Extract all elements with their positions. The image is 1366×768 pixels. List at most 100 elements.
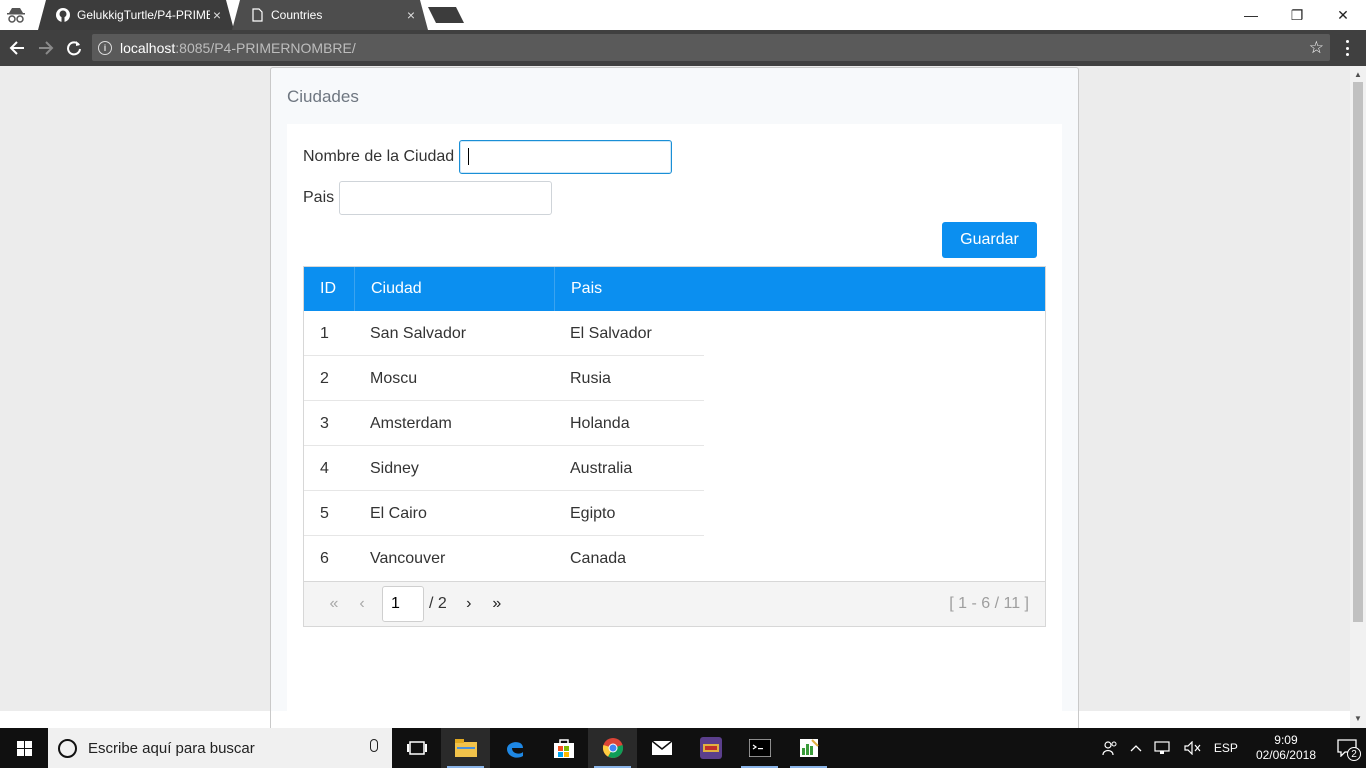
- incognito-icon: [7, 8, 25, 23]
- cell-city: Sidney: [370, 459, 419, 477]
- people-icon[interactable]: [1096, 740, 1124, 756]
- text-caret: [468, 148, 470, 165]
- url-path: :8085/P4-PRIMERNOMBRE/: [175, 39, 356, 56]
- cities-table: ID Ciudad Pais 1 San Salvador El Salvado…: [303, 266, 1046, 627]
- reload-icon: [67, 41, 81, 56]
- chrome-icon[interactable]: [588, 728, 637, 768]
- table-row[interactable]: 2 Moscu Rusia: [304, 356, 1045, 401]
- taskbar-search[interactable]: Escribe aquí para buscar: [48, 728, 392, 768]
- table-body: 1 San Salvador El Salvador 2 Moscu Rusia…: [304, 311, 1045, 581]
- cell-id: 4: [320, 459, 329, 477]
- new-tab-button[interactable]: [428, 7, 464, 23]
- back-button[interactable]: [6, 37, 28, 59]
- terminal-icon[interactable]: [735, 728, 784, 768]
- tab-github[interactable]: GelukkigTurtle/P4-PRIME ×: [38, 0, 234, 30]
- windows-taskbar: Escribe aquí para buscar ESP 9:09 02/06/…: [0, 728, 1366, 768]
- arrow-left-icon: [9, 41, 24, 55]
- cell-id: 5: [320, 504, 329, 522]
- microphone-icon[interactable]: [370, 739, 378, 752]
- menu-icon[interactable]: [1340, 38, 1354, 58]
- row-divider: [304, 445, 704, 446]
- save-button[interactable]: Guardar: [942, 222, 1037, 258]
- close-window-button[interactable]: ✕: [1320, 0, 1366, 30]
- panel-body: Nombre de la Ciudad Pais Guardar ID Ciud…: [287, 124, 1062, 728]
- row-divider: [304, 355, 704, 356]
- column-header-id[interactable]: ID: [304, 267, 355, 311]
- clock-date: 02/06/2018: [1255, 748, 1316, 762]
- cell-city: Moscu: [370, 369, 418, 387]
- clock-time: 9:09: [1274, 733, 1298, 747]
- country-label: Pais: [303, 189, 335, 206]
- page-viewport: Ciudades Nombre de la Ciudad Pais Guarda…: [0, 66, 1350, 728]
- table-row[interactable]: 4 Sidney Australia: [304, 446, 1045, 491]
- url-host: localhost: [120, 39, 176, 56]
- clock[interactable]: 9:09 02/06/2018: [1244, 733, 1328, 763]
- scrollbar-thumb[interactable]: [1353, 82, 1363, 622]
- prev-page-icon[interactable]: ‹: [348, 590, 376, 618]
- panel-bottom-edge: [270, 711, 1079, 728]
- city-input-wrapper: [459, 140, 673, 174]
- cell-country: Egipto: [570, 504, 616, 522]
- arrow-right-icon: [39, 41, 54, 55]
- table-header: ID Ciudad Pais: [304, 267, 1045, 311]
- city-form-row: Nombre de la Ciudad: [303, 140, 673, 174]
- info-icon[interactable]: i: [98, 40, 112, 55]
- github-icon: [56, 8, 70, 22]
- task-view-icon[interactable]: [392, 728, 441, 768]
- cell-city: Vancouver: [370, 549, 446, 567]
- first-page-icon[interactable]: «: [320, 590, 348, 618]
- bookmark-star-icon[interactable]: ☆: [1309, 38, 1324, 58]
- cities-panel: Ciudades Nombre de la Ciudad Pais Guarda…: [270, 67, 1079, 728]
- cell-country: Rusia: [570, 369, 611, 387]
- page-number-input[interactable]: [382, 586, 424, 622]
- forward-button[interactable]: [35, 37, 57, 59]
- scroll-down-icon[interactable]: ▼: [1354, 714, 1362, 723]
- vertical-scrollbar[interactable]: ▲ ▼: [1350, 66, 1366, 728]
- column-header-city[interactable]: Ciudad: [355, 267, 555, 311]
- page-total: / 2: [429, 595, 447, 612]
- edge-icon[interactable]: [490, 728, 539, 768]
- records-summary: [ 1 - 6 / 11 ]: [949, 595, 1029, 612]
- next-page-icon[interactable]: ›: [455, 590, 483, 618]
- tab-title: GelukkigTurtle/P4-PRIME: [77, 8, 210, 22]
- table-row[interactable]: 1 San Salvador El Salvador: [304, 311, 1045, 356]
- network-icon[interactable]: [1148, 741, 1178, 755]
- minimize-button[interactable]: —: [1228, 0, 1274, 30]
- cell-city: San Salvador: [370, 324, 467, 342]
- cell-country: El Salvador: [570, 324, 652, 342]
- cell-id: 6: [320, 549, 329, 567]
- start-button[interactable]: [0, 728, 48, 768]
- address-bar[interactable]: i localhost :8085/P4-PRIMERNOMBRE/ ☆: [92, 34, 1330, 61]
- action-center-icon[interactable]: 2: [1328, 728, 1366, 768]
- game-icon[interactable]: [686, 728, 735, 768]
- volume-muted-icon[interactable]: [1178, 741, 1208, 755]
- cell-country: Australia: [570, 459, 633, 477]
- reload-button[interactable]: [63, 37, 85, 59]
- close-icon[interactable]: ×: [404, 8, 418, 22]
- country-input[interactable]: [339, 181, 553, 215]
- column-header-country[interactable]: Pais: [555, 267, 1045, 311]
- tab-title: Countries: [271, 8, 323, 22]
- chevron-up-icon[interactable]: [1124, 743, 1148, 753]
- tab-countries[interactable]: Countries ×: [232, 0, 428, 30]
- close-icon[interactable]: ×: [210, 8, 224, 22]
- store-icon[interactable]: [539, 728, 588, 768]
- notification-badge: 2: [1347, 747, 1361, 761]
- city-name-input[interactable]: [459, 140, 673, 174]
- restore-button[interactable]: ❐: [1274, 0, 1320, 30]
- cortana-icon: [58, 738, 77, 758]
- mail-icon[interactable]: [637, 728, 686, 768]
- language-indicator[interactable]: ESP: [1208, 741, 1244, 755]
- paginator: « ‹ / 2 › » [ 1 - 6 / 11 ]: [304, 581, 1045, 626]
- editor-icon[interactable]: [784, 728, 833, 768]
- table-row[interactable]: 6 Vancouver Canada: [304, 536, 1045, 581]
- windows-logo-icon: [16, 740, 32, 756]
- cell-country: Holanda: [570, 414, 630, 432]
- table-row[interactable]: 3 Amsterdam Holanda: [304, 401, 1045, 446]
- table-row[interactable]: 5 El Cairo Egipto: [304, 491, 1045, 536]
- last-page-icon[interactable]: »: [483, 590, 511, 618]
- cell-id: 1: [320, 324, 329, 342]
- scroll-up-icon[interactable]: ▲: [1354, 70, 1362, 79]
- cell-id: 2: [320, 369, 329, 387]
- file-explorer-icon[interactable]: [441, 728, 490, 768]
